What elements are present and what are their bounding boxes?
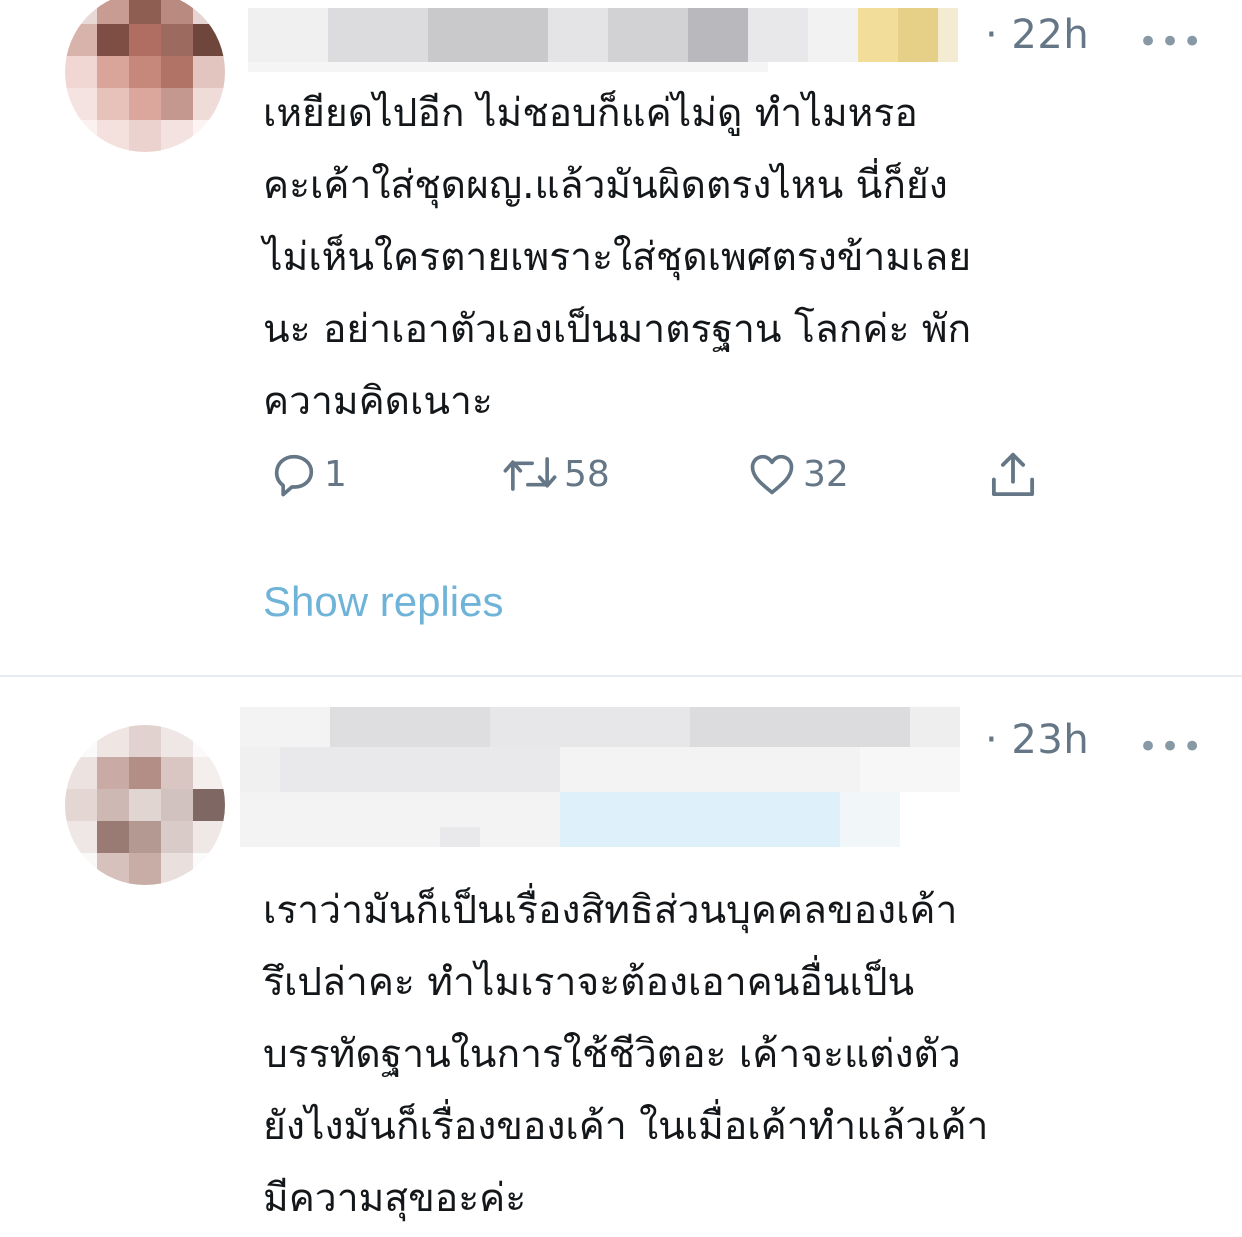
tweet-body-line: ความคิดเนาะ: [263, 379, 493, 424]
reply-icon: [274, 454, 314, 497]
heart-icon: [750, 454, 794, 495]
reply-count: 1: [324, 453, 347, 495]
tweet-body-line: บรรทัดฐานในการใช้ชีวิตอะ เค้าจะแต่งตัว: [263, 1032, 961, 1077]
tweet-body-line: เหยียดไปอีก ไม่ชอบก็แค่ไม่ดู ทำไมหรอ: [263, 91, 918, 136]
retweet-button[interactable]: 58: [500, 448, 610, 500]
tweet-body-line: คะเค้าใส่ชุดผญ.แล้วมันผิดตรงไหน นี่ก็ยัง: [263, 163, 948, 208]
avatar[interactable]: [65, 0, 225, 152]
tweet-body-line: ไม่เห็นใครตายเพราะใส่ชุดเพศตรงข้ามเลย: [263, 235, 972, 280]
retweet-count: 58: [564, 453, 610, 495]
share-icon: [991, 452, 1035, 497]
tweet-body: เหยียดไปอีก ไม่ชอบก็แค่ไม่ดู ทำไมหรอ คะเ…: [263, 78, 971, 438]
tweet-body-line: รึเปล่าคะ ทำไมเราจะต้องเอาคนอื่นเป็น: [263, 960, 915, 1005]
tweet-body-line: เราว่ามันก็เป็นเรื่องสิทธิส่วนบุคคลของเค…: [263, 888, 958, 933]
tweet-1[interactable]: · 22h ••• เหยียดไปอีก ไม่ชอบก็แค่ไม่ดู ท…: [0, 0, 1242, 676]
show-replies-link[interactable]: Show replies: [263, 578, 503, 626]
blurred-username: [240, 707, 960, 747]
timestamp[interactable]: · 22h: [985, 12, 1089, 58]
avatar[interactable]: [65, 725, 225, 885]
tweet-body: เราว่ามันก็เป็นเรื่องสิทธิส่วนบุคคลของเค…: [263, 875, 988, 1235]
like-count: 32: [803, 453, 849, 495]
tweet-body-line: นะ อย่าเอาตัวเองเป็นมาตรฐาน โลกค่ะ พัก: [263, 307, 972, 352]
share-button[interactable]: [985, 448, 1041, 502]
tweet-body-line: มีความสุขอะค่ะ: [263, 1176, 527, 1221]
reply-button[interactable]: 1: [268, 448, 347, 500]
like-button[interactable]: 32: [745, 448, 849, 500]
blurred-bio: [240, 792, 900, 847]
blurred-handle: [240, 747, 960, 792]
more-options-icon[interactable]: •••: [1138, 727, 1204, 767]
blurred-username: [248, 8, 958, 62]
timestamp[interactable]: · 23h: [985, 717, 1089, 763]
tweet-body-line: ยังไงมันก็เรื่องของเค้า ในเมื่อเค้าทำแล้…: [263, 1104, 989, 1149]
blurred-handle: [248, 62, 768, 72]
more-options-icon[interactable]: •••: [1138, 22, 1204, 62]
tweet-2[interactable]: · 23h ••• เราว่ามันก็เป็นเรื่องสิทธิส่วน…: [0, 677, 1242, 1237]
retweet-icon: [503, 457, 557, 491]
